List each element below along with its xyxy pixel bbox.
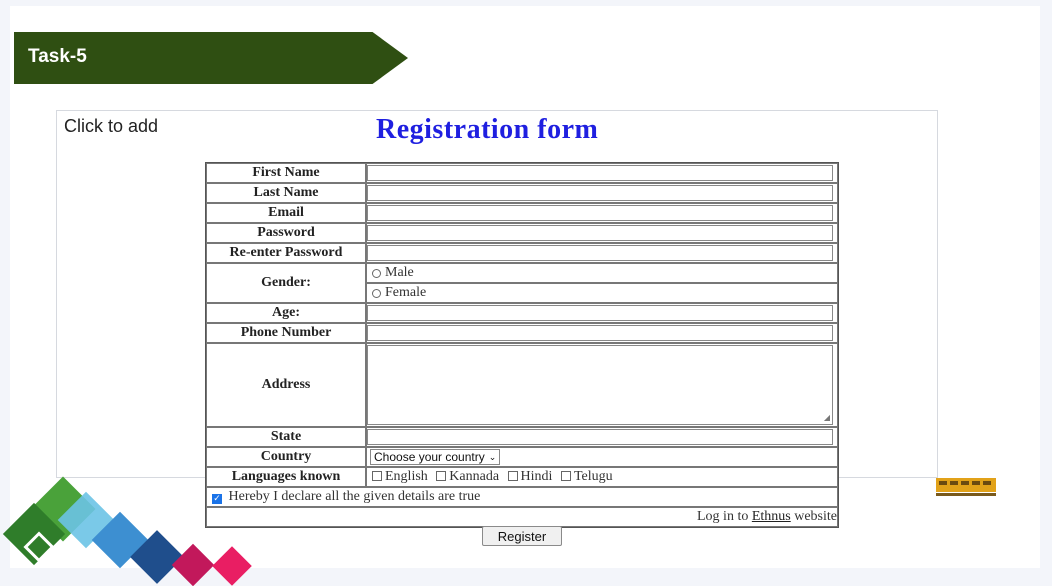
- hindi-checkbox[interactable]: [507, 471, 518, 481]
- resize-grip-icon[interactable]: ◢: [824, 414, 830, 422]
- last-name-label: Last Name: [206, 183, 366, 203]
- declaration-text: Hereby I declare all the given details a…: [228, 489, 481, 504]
- ethnus-link[interactable]: Ethnus: [752, 509, 791, 524]
- english-label: English: [385, 469, 428, 484]
- first-name-input[interactable]: [367, 165, 833, 181]
- telugu-label: Telugu: [573, 469, 613, 484]
- female-label: Female: [385, 285, 427, 300]
- hindi-label: Hindi: [520, 469, 553, 484]
- male-radio[interactable]: [372, 268, 381, 278]
- email-label: Email: [206, 203, 366, 223]
- age-input[interactable]: [367, 305, 833, 321]
- telugu-checkbox[interactable]: [560, 471, 571, 481]
- last-name-input[interactable]: [367, 185, 833, 201]
- kannada-checkbox[interactable]: [436, 471, 447, 481]
- country-select[interactable]: Choose your country ⌄: [370, 448, 501, 465]
- age-label: Age:: [206, 303, 366, 323]
- address-label: Address: [206, 343, 366, 427]
- english-checkbox[interactable]: [372, 471, 382, 481]
- kannada-label: Kannada: [449, 469, 500, 484]
- select-chevron-icon: ⌄: [488, 451, 497, 462]
- registration-table: First Name Last Name Email Password Re-e…: [205, 162, 839, 528]
- reenter-password-input[interactable]: [367, 245, 833, 261]
- first-name-label: First Name: [206, 163, 366, 183]
- placeholder-text[interactable]: Click to add: [64, 116, 158, 137]
- state-label: State: [206, 427, 366, 447]
- login-row: Log in to Ethnus website: [206, 507, 838, 527]
- form-title: Registration form: [376, 114, 599, 145]
- login-suffix: website: [794, 509, 837, 524]
- country-select-value: Choose your country: [374, 449, 485, 464]
- password-input[interactable]: [367, 225, 833, 241]
- male-label: Male: [385, 265, 414, 280]
- train-icon: [936, 478, 996, 496]
- task-label: Task-5: [28, 46, 87, 67]
- gender-option-male[interactable]: Male: [367, 264, 837, 282]
- address-textarea[interactable]: ◢: [367, 345, 833, 425]
- declaration-checkbox[interactable]: ✓: [212, 494, 222, 504]
- phone-label: Phone Number: [206, 323, 366, 343]
- checkmark-icon: ✓: [213, 494, 221, 504]
- country-label: Country: [206, 447, 366, 467]
- phone-input[interactable]: [367, 325, 833, 341]
- password-label: Password: [206, 223, 366, 243]
- gender-option-female[interactable]: Female: [367, 284, 837, 302]
- female-radio[interactable]: [372, 288, 381, 298]
- login-prefix: Log in to: [697, 509, 749, 524]
- gender-label: Gender:: [206, 263, 366, 303]
- register-button[interactable]: Register: [482, 526, 562, 546]
- task-banner: Task-5: [14, 32, 408, 84]
- languages-label: Languages known: [206, 467, 366, 487]
- state-input[interactable]: [367, 429, 833, 445]
- reenter-password-label: Re-enter Password: [206, 243, 366, 263]
- email-input[interactable]: [367, 205, 833, 221]
